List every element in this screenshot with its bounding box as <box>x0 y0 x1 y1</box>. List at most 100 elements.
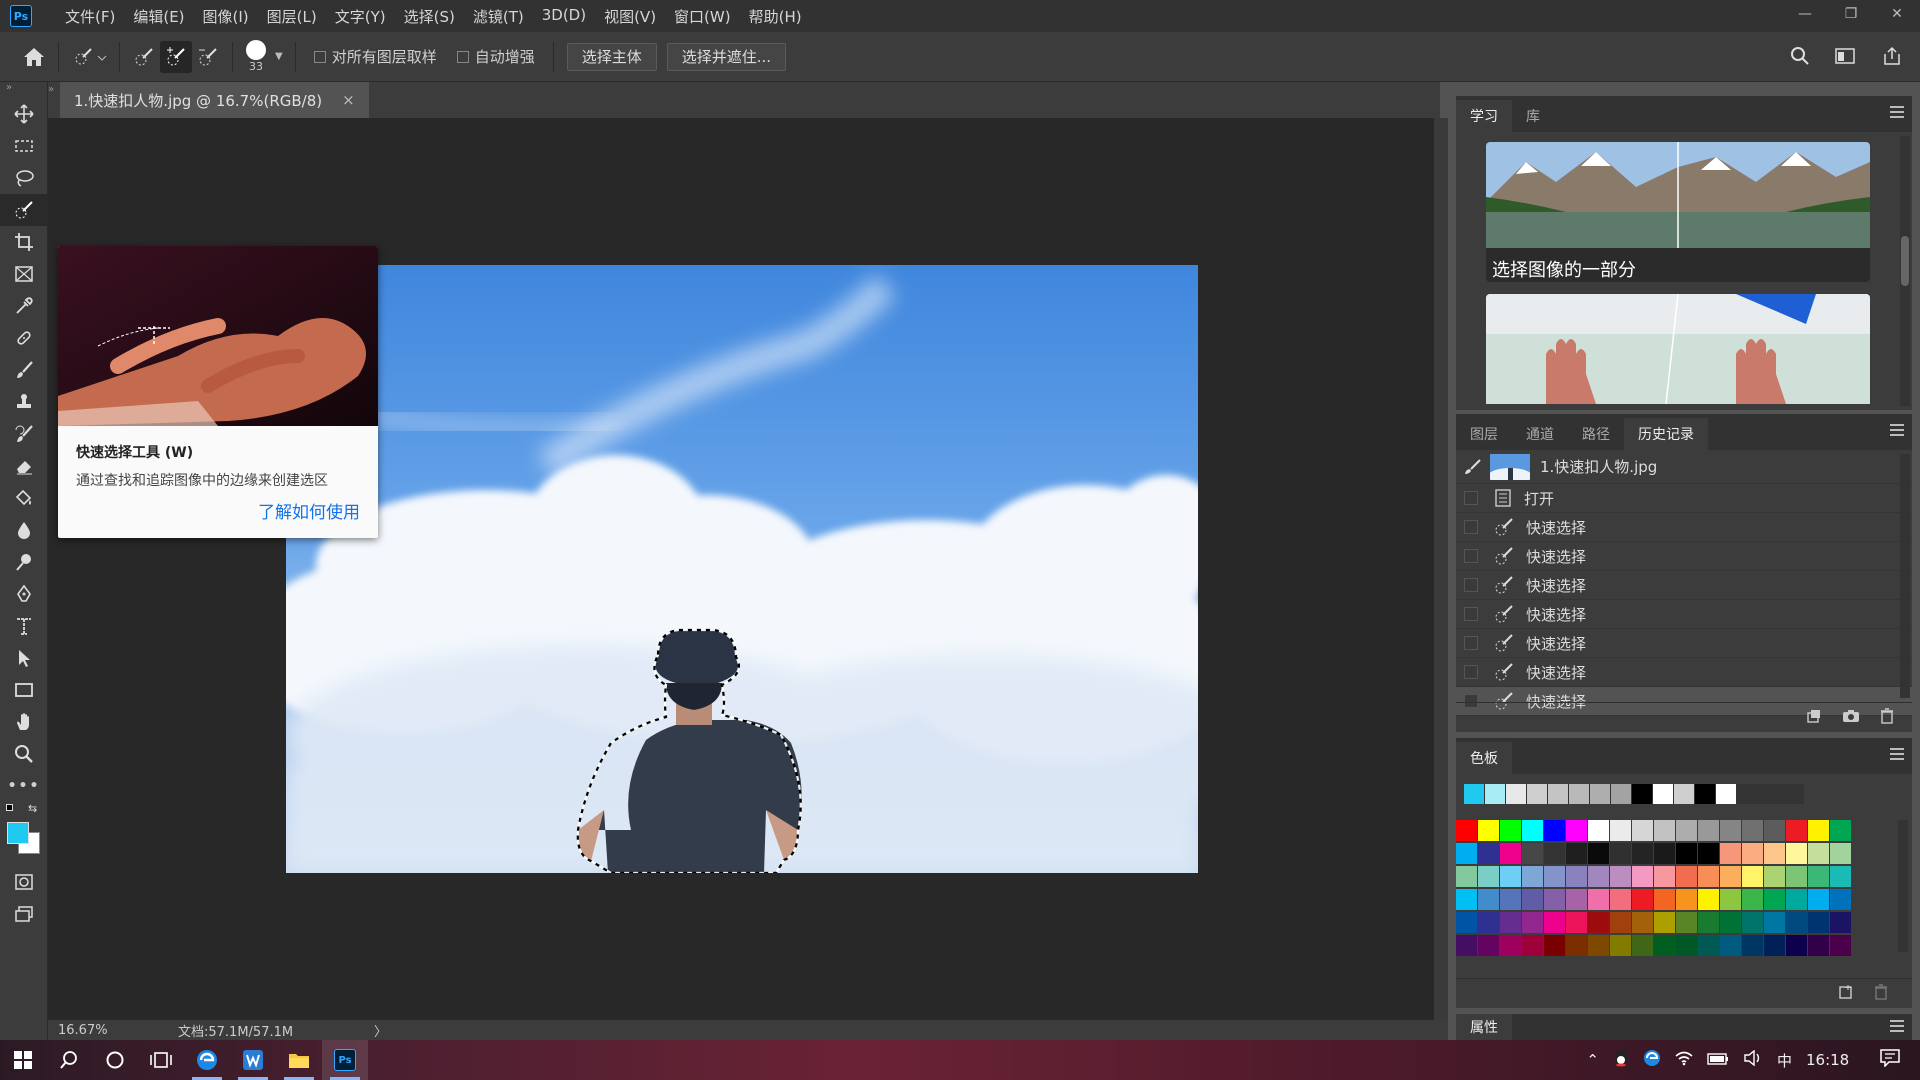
start-menu-icon[interactable] <box>0 1040 46 1080</box>
workspace-icon[interactable] <box>1830 40 1862 72</box>
minimize-icon[interactable]: — <box>1782 0 1828 28</box>
zoom-level[interactable]: 16.67% <box>58 1023 148 1038</box>
color-swatch[interactable] <box>1588 935 1610 957</box>
history-state-row[interactable]: 快速选择 <box>1456 629 1912 658</box>
color-swatch[interactable] <box>1632 820 1654 842</box>
color-swatch[interactable] <box>1500 912 1522 934</box>
checkbox-box[interactable] <box>456 50 469 63</box>
panel-collapse-icon[interactable]: » <box>0 82 47 98</box>
quick-mask-icon[interactable] <box>0 866 48 898</box>
browser-tray-icon[interactable] <box>1643 1049 1661 1071</box>
color-swatch[interactable] <box>1566 889 1588 911</box>
camera-snapshot-icon[interactable] <box>1842 708 1860 728</box>
tool-preset-picker[interactable] <box>67 41 111 73</box>
color-swatch[interactable] <box>1588 843 1610 865</box>
tab-paths[interactable]: 路径 <box>1568 418 1624 450</box>
learn-card-select-part[interactable]: 选择图像的一部分 <box>1486 142 1870 282</box>
color-swatch[interactable] <box>1610 935 1632 957</box>
checkbox-box[interactable] <box>313 50 326 63</box>
color-swatch[interactable] <box>1610 889 1632 911</box>
color-swatch[interactable] <box>1742 935 1764 957</box>
source-checkbox[interactable] <box>1464 665 1478 679</box>
color-swatch[interactable] <box>1456 889 1478 911</box>
close-icon[interactable]: ✕ <box>1874 0 1920 28</box>
menu-item[interactable]: 选择(S) <box>395 6 464 27</box>
recent-swatch[interactable] <box>1590 784 1610 804</box>
color-swatch[interactable] <box>1786 935 1808 957</box>
screen-mode-icon[interactable] <box>0 898 48 930</box>
recent-swatch[interactable] <box>1548 784 1568 804</box>
learn-card-hands[interactable] <box>1486 294 1870 404</box>
color-swatch[interactable] <box>1610 866 1632 888</box>
history-state-row[interactable]: 快速选择 <box>1456 542 1912 571</box>
color-swatch[interactable] <box>1698 912 1720 934</box>
color-swatch[interactable] <box>1764 866 1786 888</box>
color-swatch[interactable] <box>1654 866 1676 888</box>
color-swatch[interactable] <box>1566 866 1588 888</box>
history-brush-icon[interactable] <box>1464 458 1482 475</box>
color-swatch[interactable] <box>1544 889 1566 911</box>
color-swatch[interactable] <box>1742 912 1764 934</box>
subtract-from-selection-brush-icon[interactable] <box>192 41 224 73</box>
color-swatch[interactable] <box>1786 820 1808 842</box>
menu-item[interactable]: 3D(D) <box>533 6 595 27</box>
color-swatch[interactable] <box>1698 889 1720 911</box>
color-swatch[interactable] <box>1478 866 1500 888</box>
tab-history[interactable]: 历史记录 <box>1624 418 1708 450</box>
history-state-row[interactable]: 快速选择 <box>1456 571 1912 600</box>
color-swatch[interactable] <box>1610 843 1632 865</box>
tab-swatches[interactable]: 色板 <box>1456 742 1512 774</box>
type-tool-icon[interactable] <box>0 610 48 642</box>
browser-taskbar-icon[interactable] <box>184 1040 230 1080</box>
color-swatch[interactable] <box>1786 866 1808 888</box>
color-swatch[interactable] <box>1742 820 1764 842</box>
scrollbar-thumb[interactable] <box>1901 236 1909 286</box>
tab-properties[interactable]: 属性 <box>1456 1014 1512 1040</box>
color-swatch[interactable] <box>1830 935 1852 957</box>
recent-swatch[interactable] <box>1716 784 1736 804</box>
color-swatch[interactable] <box>1500 820 1522 842</box>
source-checkbox[interactable] <box>1464 636 1478 650</box>
color-swatch[interactable] <box>1632 843 1654 865</box>
brush-size-picker[interactable]: 33 <box>241 40 271 73</box>
color-swatch[interactable] <box>1764 820 1786 842</box>
blur-tool-icon[interactable] <box>0 514 48 546</box>
qq-icon[interactable] <box>1613 1049 1629 1071</box>
color-swatch[interactable] <box>1720 889 1742 911</box>
color-swatch[interactable] <box>1500 843 1522 865</box>
color-swatch[interactable] <box>1588 912 1610 934</box>
tab-learn[interactable]: 学习 <box>1456 100 1512 132</box>
menu-item[interactable]: 图像(I) <box>194 6 258 27</box>
color-swatch[interactable] <box>1698 820 1720 842</box>
rectangle-tool-icon[interactable] <box>0 674 48 706</box>
color-swatch[interactable] <box>1786 843 1808 865</box>
path-selection-tool-icon[interactable] <box>0 642 48 674</box>
history-state-row[interactable]: 打开 <box>1456 484 1912 513</box>
color-swatch[interactable] <box>1830 889 1852 911</box>
color-swatch[interactable] <box>1456 935 1478 957</box>
color-swatch[interactable] <box>1588 889 1610 911</box>
recent-swatch[interactable] <box>1653 784 1673 804</box>
panel-collapse-icon[interactable]: » <box>48 84 54 95</box>
document-image[interactable] <box>286 265 1198 873</box>
recent-swatch[interactable] <box>1632 784 1652 804</box>
eyedropper-tool-icon[interactable] <box>0 290 48 322</box>
color-swatch[interactable] <box>1830 912 1852 934</box>
canvas-scrollbar[interactable] <box>1434 118 1448 1020</box>
recent-swatch[interactable] <box>1569 784 1589 804</box>
recent-swatch[interactable] <box>1527 784 1547 804</box>
color-swatch[interactable] <box>1830 820 1852 842</box>
learn-panel-scrollbar[interactable] <box>1900 136 1910 406</box>
sample-all-layers-checkbox[interactable]: 对所有图层取样 <box>313 46 437 67</box>
hand-tool-icon[interactable] <box>0 706 48 738</box>
color-swatch[interactable] <box>1786 912 1808 934</box>
color-swatch[interactable] <box>1522 866 1544 888</box>
color-swatch[interactable] <box>1632 866 1654 888</box>
recent-swatch[interactable] <box>1695 784 1715 804</box>
color-swatch[interactable] <box>1654 935 1676 957</box>
color-swatch[interactable] <box>1830 843 1852 865</box>
swap-colors-icon[interactable]: ⇆ <box>28 802 37 815</box>
color-swatch[interactable] <box>1764 935 1786 957</box>
color-swatch[interactable] <box>1478 889 1500 911</box>
menu-item[interactable]: 文字(Y) <box>326 6 395 27</box>
